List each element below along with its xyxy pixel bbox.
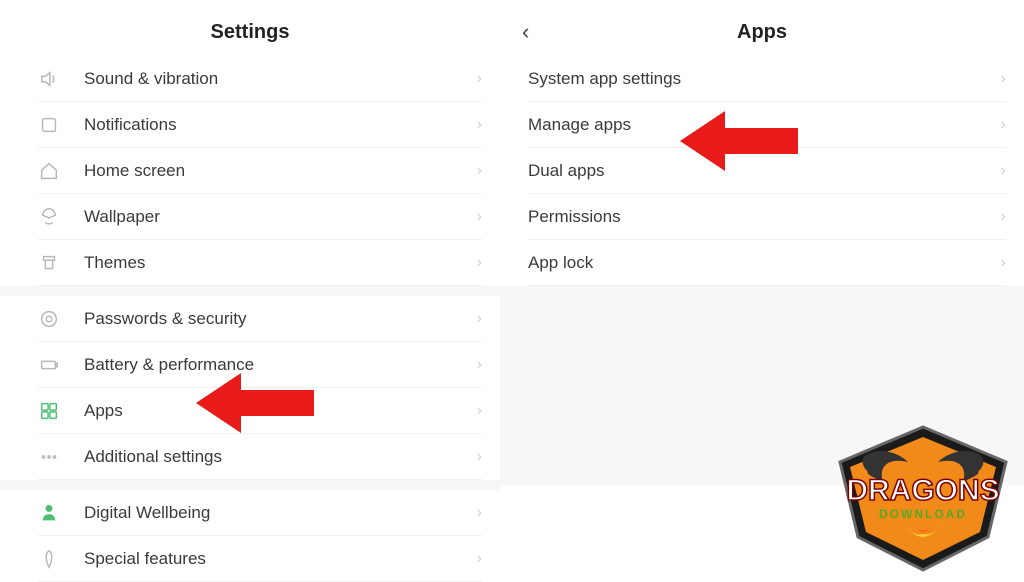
row-app-lock[interactable]: App lock › [528,240,1006,286]
row-notifications[interactable]: Notifications › [38,102,482,148]
row-label: Home screen [84,161,477,181]
group-divider [0,480,520,490]
row-permissions[interactable]: Permissions › [528,194,1006,240]
row-home-screen[interactable]: Home screen › [38,148,482,194]
notifications-icon [38,114,84,136]
row-label: Apps [84,401,477,421]
row-label: Dual apps [528,161,1001,181]
row-label: Permissions [528,207,1001,227]
row-label: Sound & vibration [84,69,477,89]
svg-text:DRAGONS: DRAGONS [846,474,999,507]
back-button[interactable]: ‹ [522,21,529,43]
chevron-right-icon: › [1001,116,1006,134]
row-passwords-security[interactable]: Passwords & security › [38,296,482,342]
more-icon [38,446,84,468]
apps-title: Apps [737,21,787,44]
chevron-right-icon: › [477,550,482,568]
row-label: Special features [84,549,477,569]
row-sound-vibration[interactable]: Sound & vibration › [38,56,482,102]
chevron-right-icon: › [1001,208,1006,226]
special-icon [38,548,84,570]
chevron-right-icon: › [477,70,482,88]
row-apps[interactable]: Apps › [38,388,482,434]
row-additional-settings[interactable]: Additional settings › [38,434,482,480]
apps-header: ‹ Apps [500,8,1024,56]
sound-icon [38,68,84,90]
chevron-right-icon: › [1001,70,1006,88]
chevron-right-icon: › [477,402,482,420]
watermark-logo: DRAGONS DOWNLOAD [828,422,1018,572]
row-label: Notifications [84,115,477,135]
settings-header: Settings [0,8,500,56]
row-label: App lock [528,253,1001,273]
chevron-right-icon: › [477,310,482,328]
apps-icon [38,400,84,422]
group-divider [0,286,520,296]
svg-text:DOWNLOAD: DOWNLOAD [879,507,967,521]
row-label: Additional settings [84,447,477,467]
chevron-right-icon: › [477,116,482,134]
row-label: Passwords & security [84,309,477,329]
security-icon [38,308,84,330]
settings-panel: Settings Sound & vibration › Notificatio… [0,0,500,576]
row-label: Manage apps [528,115,1001,135]
chevron-right-icon: › [477,448,482,466]
row-label: System app settings [528,69,1001,89]
chevron-right-icon: › [477,356,482,374]
row-themes[interactable]: Themes › [38,240,482,286]
row-battery-performance[interactable]: Battery & performance › [38,342,482,388]
row-system-app-settings[interactable]: System app settings › [528,56,1006,102]
row-manage-apps[interactable]: Manage apps › [528,102,1006,148]
row-label: Wallpaper [84,207,477,227]
wellbeing-icon [38,502,84,524]
chevron-right-icon: › [477,254,482,272]
home-icon [38,160,84,182]
row-label: Digital Wellbeing [84,503,477,523]
chevron-right-icon: › [477,162,482,180]
themes-icon [38,252,84,274]
chevron-right-icon: › [477,208,482,226]
row-label: Battery & performance [84,355,477,375]
row-digital-wellbeing[interactable]: Digital Wellbeing › [38,490,482,536]
battery-icon [38,354,84,376]
chevron-right-icon: › [477,504,482,522]
settings-list: Sound & vibration › Notifications › Home… [0,56,500,582]
row-special-features[interactable]: Special features › [38,536,482,582]
row-wallpaper[interactable]: Wallpaper › [38,194,482,240]
wallpaper-icon [38,206,84,228]
chevron-right-icon: › [1001,254,1006,272]
settings-title: Settings [211,21,290,44]
row-label: Themes [84,253,477,273]
row-dual-apps[interactable]: Dual apps › [528,148,1006,194]
chevron-right-icon: › [1001,162,1006,180]
